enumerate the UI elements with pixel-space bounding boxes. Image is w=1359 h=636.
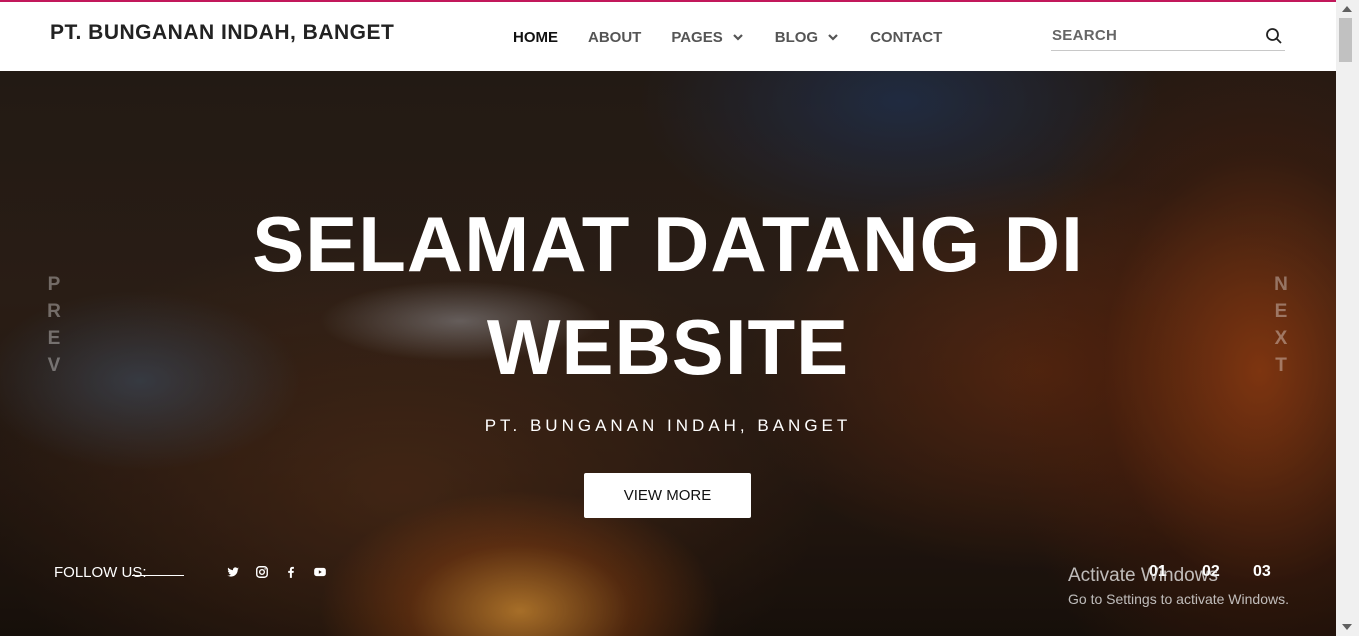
next-letter: X <box>1274 328 1288 349</box>
chevron-down-icon <box>732 34 743 41</box>
prev-letter: R <box>47 301 61 322</box>
prev-letter: V <box>47 355 61 376</box>
nav-about[interactable]: ABOUT <box>588 27 641 47</box>
twitter-icon[interactable] <box>226 565 240 579</box>
search-icon[interactable] <box>1265 27 1283 45</box>
activate-windows-hint: Go to Settings to activate Windows. <box>1068 591 1289 607</box>
nav-pages-label: PAGES <box>671 28 723 46</box>
nav-home[interactable]: HOME <box>513 27 558 47</box>
hero-title-line2: WEBSITE <box>486 303 850 391</box>
hero-title-line1: SELAMAT DATANG DI <box>252 200 1084 288</box>
nav-blog-label: BLOG <box>774 28 819 46</box>
prev-slide-control[interactable]: P R E V <box>47 271 61 379</box>
site-header: PT. BUNGANAN INDAH, BANGET HOME ABOUT PA… <box>0 2 1336 71</box>
vertical-scrollbar[interactable] <box>1336 0 1359 636</box>
activate-windows-title: Activate Windows <box>1068 565 1218 586</box>
hero-title: SELAMAT DATANG DI WEBSITE <box>180 193 1156 399</box>
nav-contact-label: CONTACT <box>870 28 943 46</box>
nav-pages[interactable]: PAGES <box>671 27 744 47</box>
scroll-up-icon[interactable] <box>1342 6 1352 12</box>
prev-letter: E <box>47 328 61 349</box>
nav-contact[interactable]: CONTACT <box>870 27 942 47</box>
instagram-icon[interactable] <box>255 565 269 579</box>
nav-home-label: HOME <box>513 28 558 46</box>
hero-subtitle: PT. BUNGANAN INDAH, BANGET <box>484 416 852 435</box>
slide-indicator-3[interactable]: 03 <box>1253 563 1271 581</box>
follow-divider <box>132 575 184 576</box>
youtube-icon[interactable] <box>313 565 327 579</box>
next-slide-control[interactable]: N E X T <box>1274 271 1288 379</box>
scroll-thumb[interactable] <box>1339 18 1352 62</box>
next-letter: N <box>1274 274 1288 295</box>
prev-letter: P <box>47 274 61 295</box>
next-letter: E <box>1274 301 1288 322</box>
scroll-down-icon[interactable] <box>1342 624 1352 630</box>
main-nav: HOME ABOUT PAGES BLOG CONTACT <box>513 27 972 47</box>
facebook-icon[interactable] <box>284 565 298 579</box>
chevron-down-icon <box>828 34 838 41</box>
view-more-button[interactable]: VIEW MORE <box>584 473 751 518</box>
hero-banner: SELAMAT DATANG DI WEBSITE PT. BUNGANAN I… <box>0 71 1336 636</box>
nav-about-label: ABOUT <box>588 28 642 46</box>
follow-us-label: FOLLOW US: <box>54 564 147 581</box>
search-input[interactable] <box>1051 22 1252 48</box>
next-letter: T <box>1275 355 1287 376</box>
nav-blog[interactable]: BLOG <box>775 27 840 47</box>
search-box <box>1051 22 1285 51</box>
brand-logo[interactable]: PT. BUNGANAN INDAH, BANGET <box>50 21 394 45</box>
